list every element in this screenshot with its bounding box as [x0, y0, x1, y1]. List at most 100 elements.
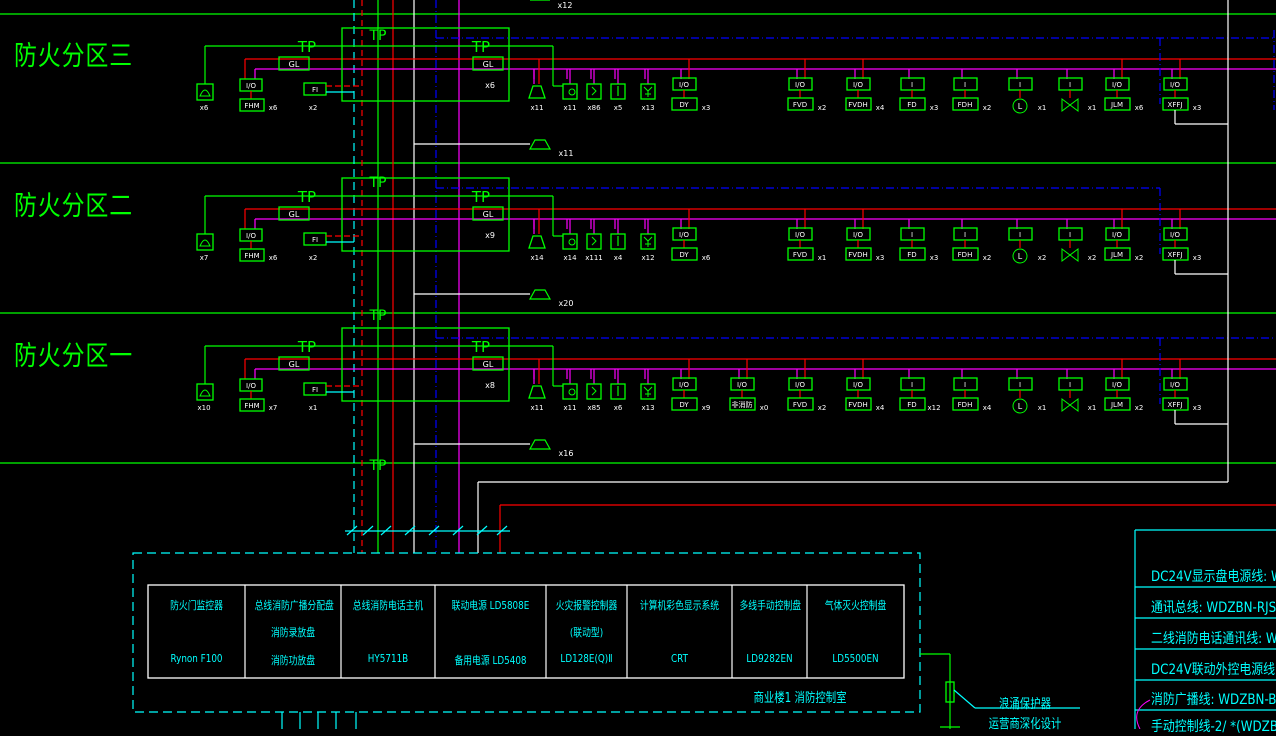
qty-label: x3	[930, 254, 939, 262]
table-cell: LD9282EN	[746, 652, 793, 665]
qty-label: x1	[1038, 104, 1047, 112]
alarm-bell-icon	[528, 235, 546, 249]
qty-label: x12	[641, 254, 654, 262]
table-cell: 防火门监控器	[170, 599, 223, 612]
qty-label: x2	[818, 404, 827, 412]
qty-label: x111	[585, 254, 603, 262]
qty-label: x2	[1088, 254, 1097, 262]
S-icon	[586, 233, 602, 250]
riser-tp-label: TP	[369, 308, 387, 324]
module-label: FVDH	[848, 251, 867, 259]
module-label: I/O	[853, 81, 863, 89]
module-label: I/O	[246, 232, 256, 240]
smoke-icon	[643, 386, 653, 397]
module-label: I/O	[853, 381, 863, 389]
qty-label: x5	[614, 104, 623, 112]
qty-label: x1	[309, 404, 318, 412]
door-monitor-icon	[199, 239, 211, 247]
alarm-bell-icon	[528, 385, 546, 399]
module-label: FHM	[244, 402, 259, 410]
qty-label: x6	[702, 254, 711, 262]
qty-label: x1	[1088, 404, 1097, 412]
qty-label: x8	[485, 381, 495, 390]
table-cell: 备用电源 LD5408	[454, 654, 527, 667]
module-label: I/O	[679, 231, 689, 239]
module-label: I/O	[853, 231, 863, 239]
qty-label: x14	[530, 254, 544, 262]
surge-protector-note: 运营商深化设计	[988, 717, 1062, 732]
module-label: I/O	[679, 381, 689, 389]
module-label: I/O	[1170, 81, 1180, 89]
module-label: FVDH	[848, 101, 867, 109]
module-label: I/O	[795, 81, 805, 89]
qty-label: x0	[760, 404, 769, 412]
module-label: XFFJ	[1168, 101, 1183, 109]
door-monitor-icon	[199, 389, 211, 397]
module-label: I	[964, 381, 966, 389]
qty-label: x11	[559, 149, 574, 158]
qty-label: x6	[200, 104, 209, 112]
S-icon	[591, 236, 597, 246]
module-label: FDH	[958, 251, 973, 259]
module-label: I/O	[1112, 231, 1122, 239]
tp-label: TP	[297, 338, 316, 356]
table-cell: LD5500EN	[832, 652, 879, 665]
qty-label: x11	[563, 404, 576, 412]
tp-label: TP	[297, 38, 316, 56]
tp-label: TP	[471, 38, 490, 56]
module-label: I/O	[246, 382, 256, 390]
module-label: I/O	[1112, 381, 1122, 389]
tp-label: TP	[297, 188, 316, 206]
qty-label: x1	[1038, 404, 1047, 412]
table-cell: (联动型)	[569, 626, 604, 639]
module-label: FVD	[793, 101, 807, 109]
module-label: I	[964, 231, 966, 239]
module-label: I	[1019, 231, 1021, 239]
module-label: DY	[679, 251, 689, 259]
qty-label: x2	[309, 254, 318, 262]
qty-label: x7	[200, 254, 209, 262]
qty-label: x1	[818, 254, 827, 262]
zone-title-1: 防火分区一	[14, 341, 133, 372]
door-monitor-icon	[196, 383, 214, 401]
qty-label: x9	[702, 404, 711, 412]
qty-label: x2	[983, 254, 992, 262]
module-label: JLM	[1110, 101, 1123, 109]
module-label: DY	[679, 101, 689, 109]
module-label: I	[1069, 81, 1071, 89]
control-room-caption: 商业楼1 消防控制室	[753, 691, 847, 706]
module-label: FD	[907, 251, 916, 259]
qty-label: x2	[983, 104, 992, 112]
qty-label: x9	[485, 231, 495, 240]
module-label: L	[1018, 102, 1023, 111]
legend-broadcast-line: 消防广播线: WDZBN-BY	[1151, 692, 1276, 708]
gl-label: GL	[483, 210, 494, 219]
module-label: FVD	[793, 251, 807, 259]
smoke-icon	[643, 86, 653, 97]
module-label: FI	[312, 86, 318, 94]
qty-label: x14	[563, 254, 577, 262]
S-icon	[586, 383, 602, 400]
alarm-bell-icon	[528, 85, 546, 99]
table-cell: 多线手动控制盘	[739, 599, 802, 612]
module-label: XFFJ	[1168, 251, 1183, 259]
module-label: L	[1018, 402, 1023, 411]
S-icon	[591, 386, 597, 396]
qty-label: x11	[530, 104, 543, 112]
qty-label: x20	[559, 299, 574, 308]
riser-tp-label: TP	[369, 458, 387, 474]
qty-label: x4	[876, 404, 885, 412]
smoke-icon	[643, 236, 653, 247]
module-label: I	[911, 381, 913, 389]
module-label: FD	[907, 401, 916, 409]
qty-label: x2	[1038, 254, 1047, 262]
qty-label: x4	[876, 104, 885, 112]
fire-alarm-system-diagram: TP TP TP TP x12 TP TP GL GL x6 x6 I/O FHM x6 FI x2 x11 x1…	[0, 0, 1276, 729]
revision-cloud	[1136, 699, 1151, 729]
module-label: DY	[679, 401, 689, 409]
sounder-icon	[568, 238, 576, 246]
module-label: FHM	[244, 102, 259, 110]
speaker-icon	[528, 439, 552, 450]
module-label: I	[1019, 381, 1021, 389]
tp-label: TP	[471, 338, 490, 356]
